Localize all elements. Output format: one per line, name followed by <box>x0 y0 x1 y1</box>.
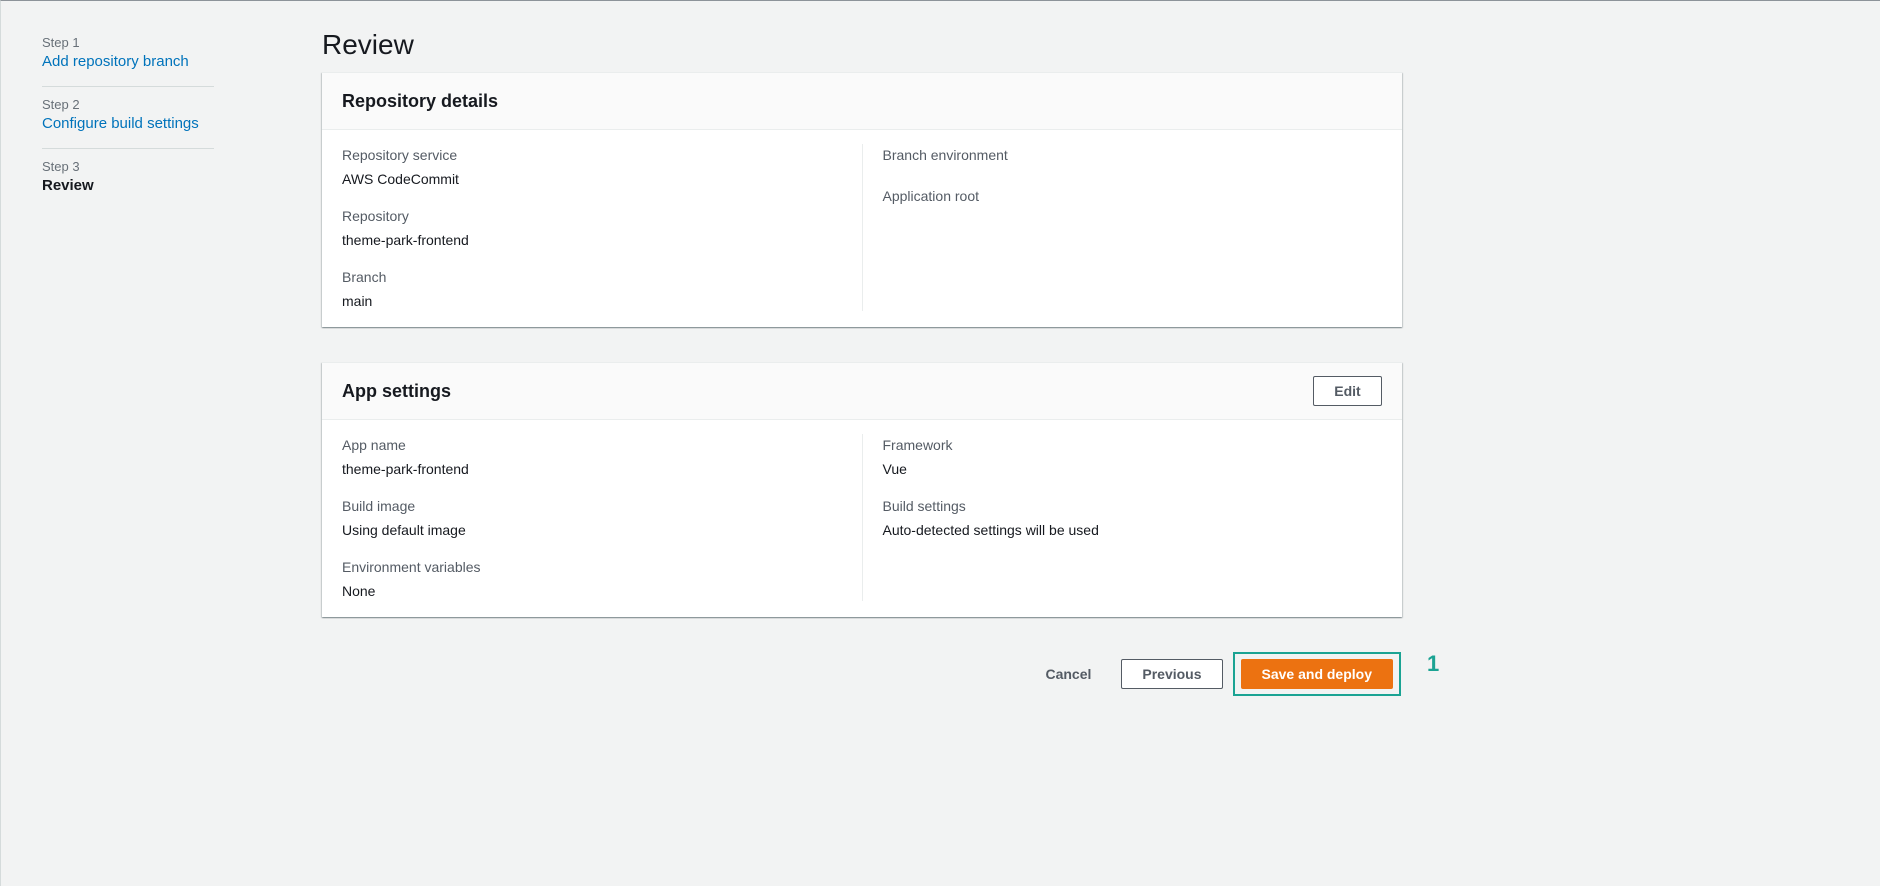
kv-branch-environment: Branch environment <box>883 144 1383 166</box>
step-link-configure-build-settings[interactable]: Configure build settings <box>42 114 199 134</box>
highlight-box: Save and deploy <box>1232 652 1401 696</box>
kv-label: Repository <box>342 208 409 224</box>
kv-label: App name <box>342 437 406 453</box>
previous-button[interactable]: Previous <box>1121 659 1223 689</box>
kv-label: Framework <box>882 437 953 453</box>
step-number: Step 3 <box>42 159 80 174</box>
panel-title: App settings <box>342 381 452 401</box>
kv-label: Application root <box>882 188 980 204</box>
panel-title: Repository details <box>342 91 499 111</box>
wizard-step-3: Step 3 Review <box>42 148 214 210</box>
kv-framework: Framework Vue <box>883 434 1383 479</box>
kv-value: AWS CodeCommit <box>342 171 459 187</box>
kv-label: Build image <box>342 498 416 514</box>
save-and-deploy-button[interactable]: Save and deploy <box>1240 659 1393 689</box>
wizard-steps: Step 1 Add repository branch Step 2 Conf… <box>42 31 214 210</box>
kv-value: None <box>342 583 376 599</box>
form-actions: Cancel Previous Save and deploy <box>1025 652 1401 696</box>
callout-number: 1 <box>1427 651 1440 676</box>
step-current-review: Review <box>42 177 94 194</box>
page-title: Review <box>322 29 414 60</box>
kv-value: Using default image <box>342 522 466 538</box>
panel-body: Repository service AWS CodeCommit Reposi… <box>322 130 1402 327</box>
details-column-left: Repository service AWS CodeCommit Reposi… <box>342 144 863 311</box>
panel-body: App name theme-park-frontend Build image… <box>322 420 1402 617</box>
kv-label: Branch environment <box>882 147 1008 163</box>
settings-column-left: App name theme-park-frontend Build image… <box>342 434 863 601</box>
settings-column-right: Framework Vue Build settings Auto-detect… <box>863 434 1383 601</box>
kv-value: theme-park-frontend <box>342 232 469 248</box>
kv-label: Branch <box>342 269 387 285</box>
kv-build-image: Build image Using default image <box>342 495 842 540</box>
kv-application-root: Application root <box>883 185 1383 207</box>
step-number: Step 1 <box>42 35 80 50</box>
kv-environment-variables: Environment variables None <box>342 556 842 601</box>
wizard-step-1: Step 1 Add repository branch <box>42 31 214 86</box>
kv-branch: Branch main <box>342 266 842 311</box>
kv-value: Vue <box>882 461 907 477</box>
edit-app-settings-button[interactable]: Edit <box>1313 376 1382 406</box>
step-number: Step 2 <box>42 97 80 112</box>
kv-app-name: App name theme-park-frontend <box>342 434 842 479</box>
kv-label: Repository service <box>342 147 458 163</box>
kv-repository: Repository theme-park-frontend <box>342 205 842 250</box>
wizard-step-2: Step 2 Configure build settings <box>42 86 214 148</box>
details-column-right: Branch environment Application root <box>863 144 1383 311</box>
kv-label: Build settings <box>882 498 966 514</box>
kv-repository-service: Repository service AWS CodeCommit <box>342 144 842 189</box>
step-link-add-repository-branch[interactable]: Add repository branch <box>42 52 189 72</box>
panel-header: App settings Edit <box>322 363 1402 420</box>
repository-details-panel: Repository details Repository service AW… <box>322 72 1402 327</box>
app-settings-panel: App settings Edit App name theme-park-fr… <box>322 362 1402 617</box>
kv-build-settings: Build settings Auto-detected settings wi… <box>883 495 1383 540</box>
panel-header: Repository details <box>322 73 1402 130</box>
kv-value: theme-park-frontend <box>342 461 469 477</box>
kv-label: Environment variables <box>342 559 481 575</box>
kv-value: main <box>342 293 373 309</box>
cancel-button[interactable]: Cancel <box>1025 659 1111 689</box>
kv-value: Auto-detected settings will be used <box>882 522 1099 538</box>
